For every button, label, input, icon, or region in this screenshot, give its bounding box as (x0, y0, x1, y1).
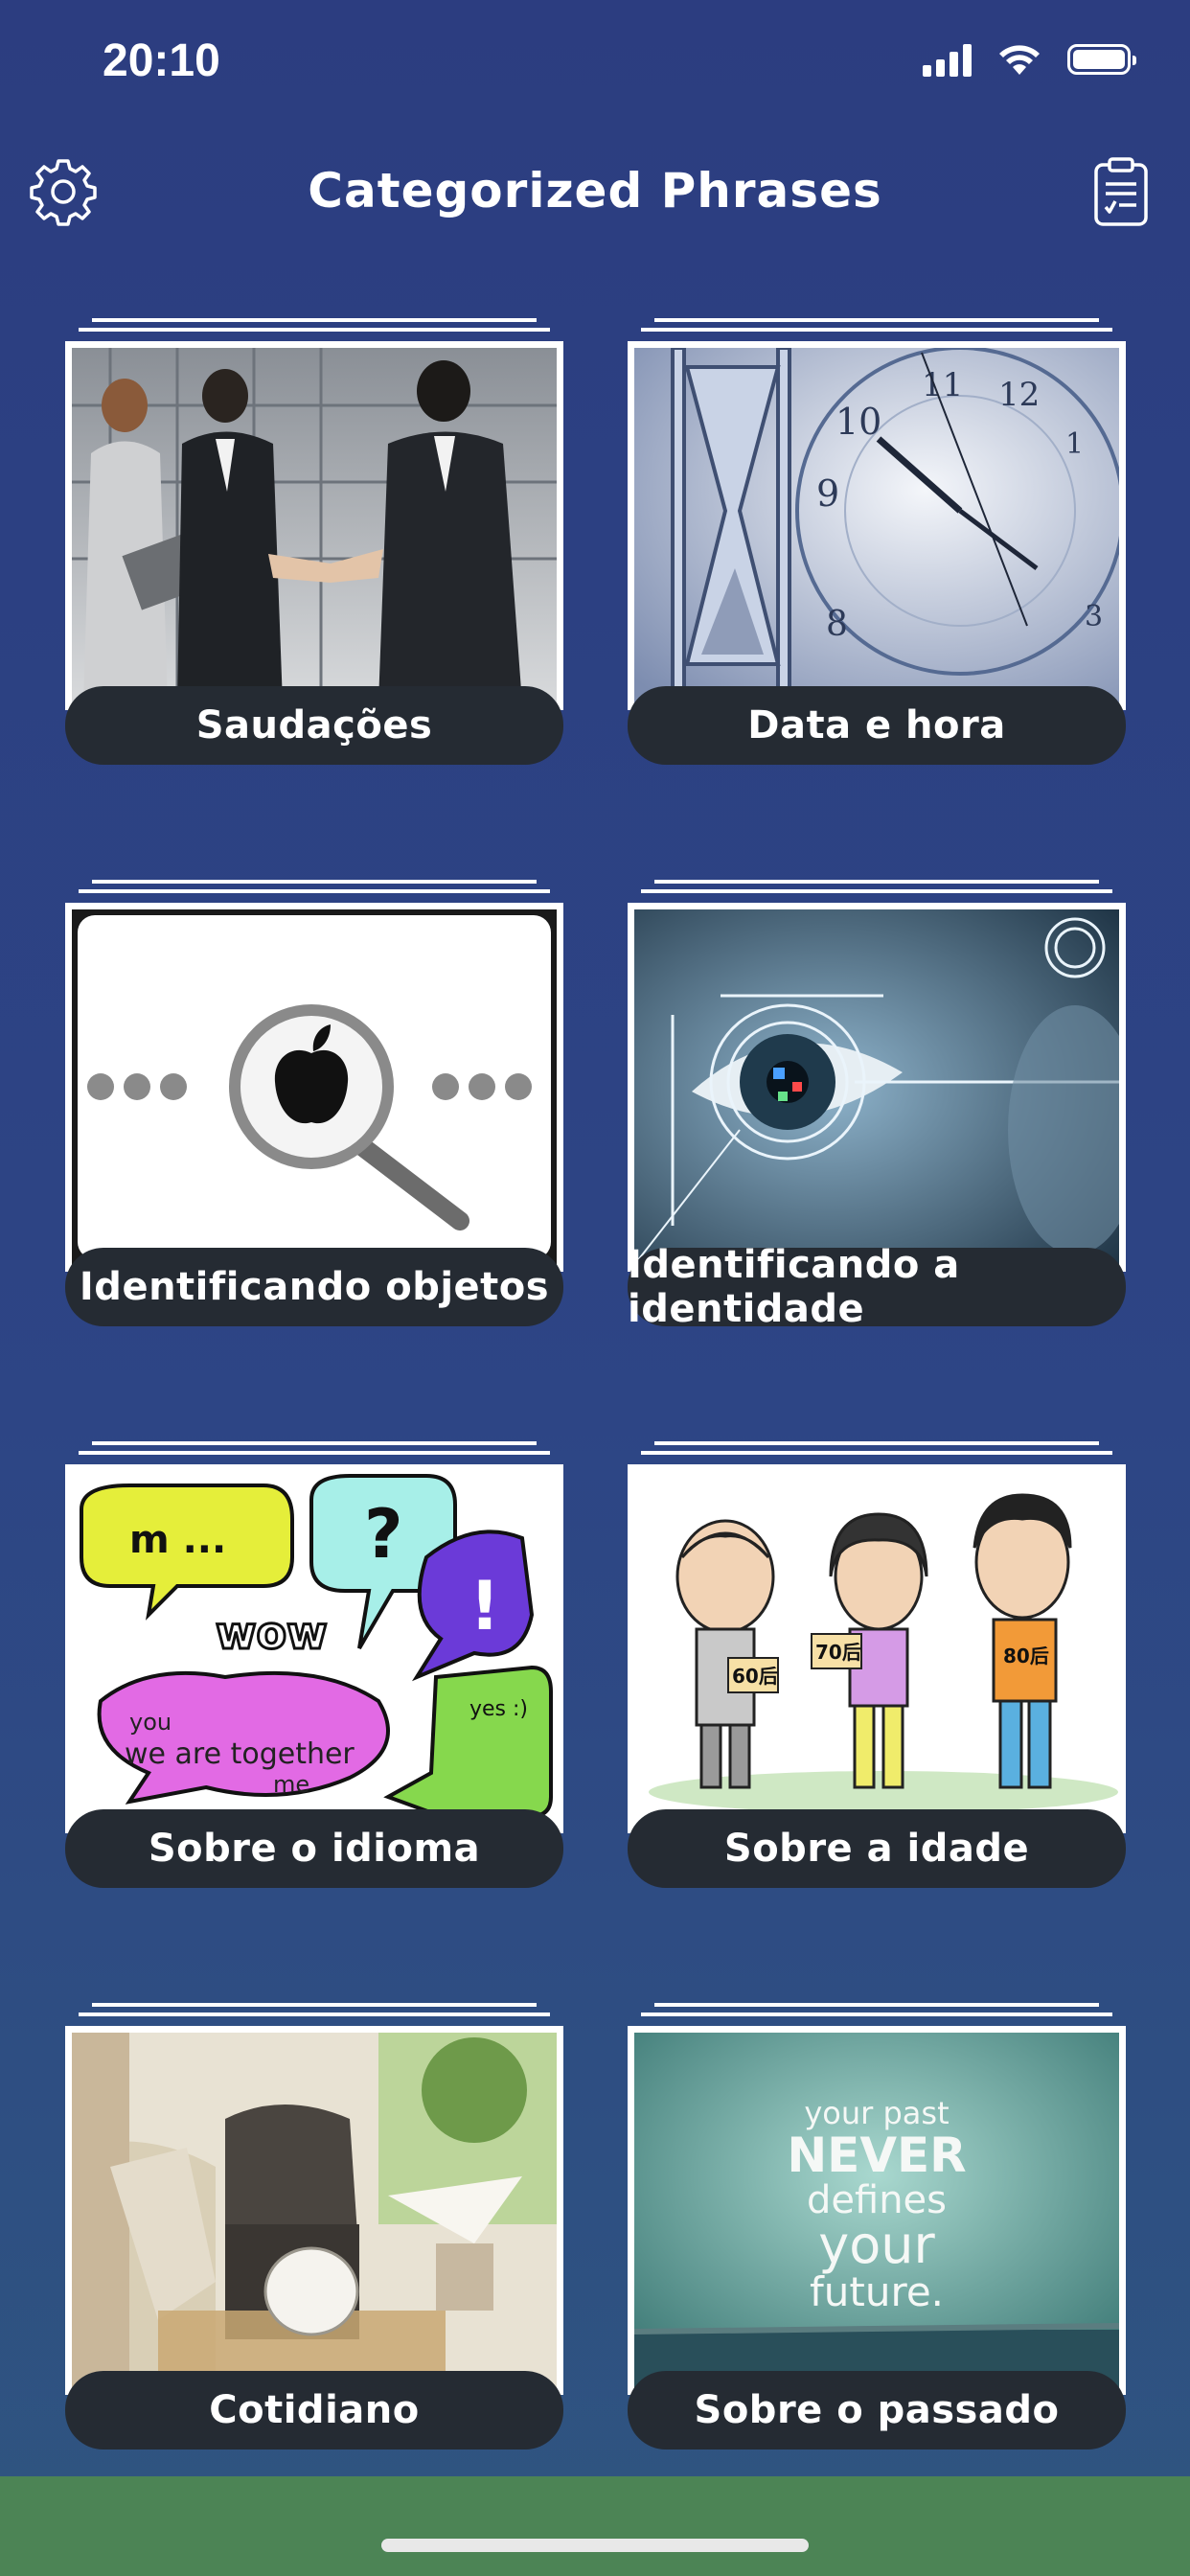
quote-line: your (818, 2215, 935, 2275)
category-card-sobre-o-idioma[interactable]: m ... wow ? ! yes :) you we are together… (65, 1441, 563, 1907)
category-card-sobre-a-idade[interactable]: 60后 70后 80后 Sobre a idade (628, 1441, 1126, 1907)
category-label[interactable]: Sobre o idioma (65, 1809, 563, 1888)
clock-number: 9 (816, 472, 839, 515)
card-image-frame: 10 11 12 1 9 8 3 (628, 341, 1126, 710)
category-card-cotidiano[interactable]: Cotidiano (65, 2003, 563, 2469)
category-card-saudacoes[interactable]: Saudações (65, 318, 563, 784)
magnifier-image (72, 909, 557, 1265)
bubble-text: we are together (125, 1737, 355, 1771)
category-card-sobre-o-passado[interactable]: your past NEVER defines your future. Sob… (628, 2003, 1126, 2469)
card-decor-line (641, 328, 1112, 332)
category-card-data-e-hora[interactable]: 10 11 12 1 9 8 3 Data e hora (628, 318, 1126, 784)
age-tag: 80后 (1003, 1644, 1049, 1668)
quote-line: NEVER (787, 2128, 966, 2183)
quote-line: your past (804, 2095, 949, 2131)
card-image-frame (65, 903, 563, 1272)
bottom-bar (0, 2476, 1190, 2576)
wifi-icon (999, 45, 1040, 75)
age-tag: 70后 (815, 1641, 861, 1664)
card-decor-line (654, 2003, 1099, 2007)
category-label[interactable]: Identificando a identidade (628, 1243, 1126, 1331)
card-decor-line (654, 1441, 1099, 1445)
living-room-image (72, 2033, 557, 2388)
card-image-frame (65, 2026, 563, 2395)
card-decor-line (641, 889, 1112, 893)
clock-number: 10 (835, 401, 881, 443)
bubble-text: you (129, 1709, 172, 1736)
clock-number: 11 (922, 366, 963, 404)
clock-number: 1 (1065, 427, 1084, 461)
quote-image: your past NEVER defines your future. (634, 2033, 1119, 2388)
card-decor-line (641, 2012, 1112, 2016)
category-card-identificando-objetos[interactable]: Identificando objetos (65, 880, 563, 1346)
card-image-frame: 60后 70后 80后 (628, 1464, 1126, 1833)
card-image-frame: your past NEVER defines your future. (628, 2026, 1126, 2395)
age-cartoon-image: 60后 70后 80后 (634, 1471, 1119, 1827)
card-decor-line (654, 318, 1099, 322)
category-label[interactable]: Data e hora (628, 686, 1126, 765)
card-decor-line (79, 1451, 550, 1455)
clock-number: 8 (826, 605, 848, 644)
clock-number: 3 (1085, 600, 1103, 633)
bubble-text: me (273, 1771, 309, 1798)
status-bar: 20:10 (0, 0, 1190, 134)
category-label[interactable]: Sobre a idade (628, 1809, 1126, 1888)
category-label[interactable]: Identificando objetos (65, 1248, 563, 1326)
battery-icon (1067, 44, 1136, 75)
bubble-text: yes :) (469, 1697, 528, 1721)
speech-bubbles-image: m ... wow ? ! yes :) you we are together… (72, 1471, 557, 1827)
card-decor-line (92, 1441, 537, 1445)
category-card-identificando-a-identidade[interactable]: Identificando a identidade (628, 880, 1126, 1346)
bubble-text: ? (364, 1495, 403, 1574)
cellular-signal-icon (923, 42, 972, 77)
page-title: Categorized Phrases (308, 163, 882, 218)
card-decor-line (92, 318, 537, 322)
age-tag: 60后 (732, 1665, 778, 1688)
category-label[interactable]: Saudações (65, 686, 563, 765)
card-image-frame (628, 903, 1126, 1272)
home-indicator[interactable] (381, 2539, 809, 2552)
nav-bar: Categorized Phrases (0, 144, 1190, 240)
card-decor-line (79, 2012, 550, 2016)
bubble-text: wow (216, 1607, 328, 1659)
card-decor-line (654, 880, 1099, 884)
card-decor-line (92, 2003, 537, 2007)
card-decor-line (79, 328, 550, 332)
clipboard-check-icon[interactable] (1083, 153, 1159, 230)
category-label[interactable]: Cotidiano (65, 2371, 563, 2450)
quote-line: future. (810, 2268, 944, 2315)
card-image-frame: m ... wow ? ! yes :) you we are together… (65, 1464, 563, 1833)
card-decor-line (641, 1451, 1112, 1455)
card-image-frame (65, 341, 563, 710)
bubble-text: ! (469, 1567, 500, 1645)
card-decor-line (79, 889, 550, 893)
category-label[interactable]: Sobre o passado (628, 2371, 1126, 2450)
status-time: 20:10 (103, 35, 220, 86)
eye-scan-image (634, 909, 1119, 1265)
clock-hourglass-image: 10 11 12 1 9 8 3 (634, 348, 1119, 703)
bubble-text: m ... (129, 1518, 226, 1562)
handshake-image (72, 348, 557, 703)
clock-number: 12 (998, 376, 1040, 414)
status-icons (923, 42, 1136, 77)
card-decor-line (92, 880, 537, 884)
